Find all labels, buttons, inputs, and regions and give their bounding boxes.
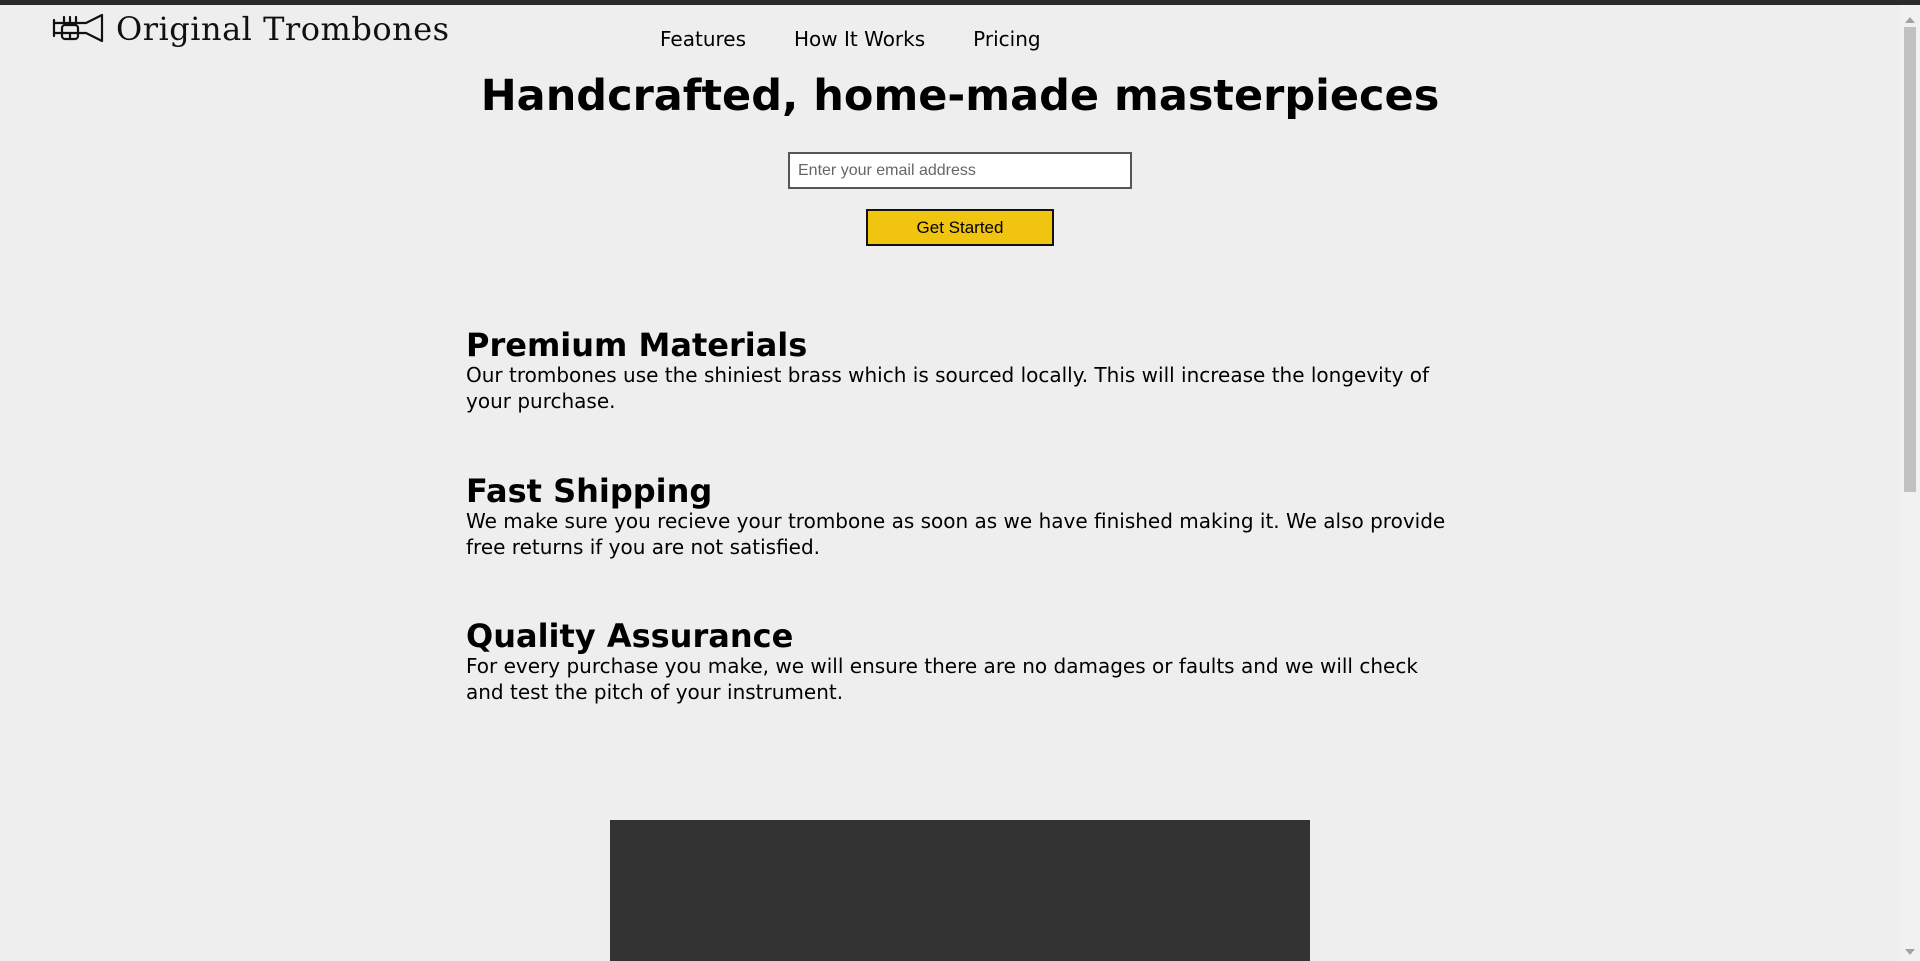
nav-link-pricing[interactable]: Pricing <box>973 27 1040 51</box>
feature-description: For every purchase you make, we will ens… <box>466 654 1418 704</box>
email-input[interactable] <box>788 152 1132 189</box>
vertical-scrollbar[interactable] <box>1900 5 1920 961</box>
trumpet-icon <box>52 13 104 43</box>
feature-title: Quality Assurance <box>466 617 794 655</box>
feature-fast-shipping: Fast Shipping We make sure you recieve y… <box>466 474 1456 560</box>
feature-quality-assurance: Quality Assurance For every purchase you… <box>466 619 1456 705</box>
feature-premium-materials: Premium Materials Our trombones use the … <box>466 328 1456 414</box>
video-placeholder[interactable] <box>610 820 1310 961</box>
get-started-button[interactable]: Get Started <box>866 209 1054 246</box>
main-nav: Features How It Works Pricing <box>660 27 1089 51</box>
nav-link-how-it-works[interactable]: How It Works <box>794 27 925 51</box>
logo-text: Original Trombones <box>116 10 450 48</box>
scrollbar-thumb[interactable] <box>1904 27 1916 492</box>
feature-title: Premium Materials <box>466 326 808 364</box>
nav-link-features[interactable]: Features <box>660 27 746 51</box>
logo[interactable]: Original Trombones <box>52 10 450 48</box>
feature-description: We make sure you recieve your trombone a… <box>466 509 1446 559</box>
hero-title: Handcrafted, home-made masterpieces <box>480 71 1440 121</box>
page-viewport: Original Trombones Features How It Works… <box>0 5 1900 961</box>
feature-description: Our trombones use the shiniest brass whi… <box>466 363 1430 413</box>
scroll-up-arrow-icon[interactable] <box>1905 17 1915 23</box>
feature-title: Fast Shipping <box>466 472 713 510</box>
scroll-down-arrow-icon[interactable] <box>1905 949 1915 955</box>
